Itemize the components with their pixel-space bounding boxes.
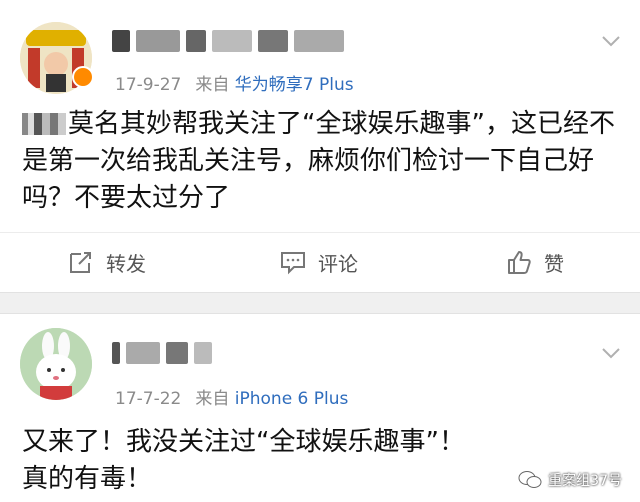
action-bar: 转发 评论 赞: [0, 232, 640, 292]
rabbit-avatar-image: [20, 328, 92, 400]
user-avatar[interactable]: [20, 328, 92, 400]
post-source-link[interactable]: iPhone 6 Plus: [235, 389, 349, 409]
post-source-link[interactable]: 华为畅享7 Plus: [235, 75, 354, 95]
chevron-down-icon[interactable]: [600, 30, 622, 52]
chevron-down-icon[interactable]: [600, 342, 622, 364]
post-date: 17-7-22: [115, 389, 182, 409]
username-redacted[interactable]: [112, 342, 218, 372]
watermark-text: 重案组37号: [548, 473, 622, 489]
comment-icon: [281, 252, 305, 275]
post-text: 莫名其妙帮我关注了“全球娱乐趣事”，这已经不是第一次给我乱关注号，麻烦你们检讨一…: [22, 109, 615, 213]
weibo-post-1: 17-9-27 来自 华为畅享7 Plus 莫名其妙帮我关注了“全球娱乐趣事”，这…: [0, 0, 640, 292]
thumbs-up-icon: [508, 251, 531, 274]
redacted-mention: [22, 113, 66, 135]
post-content: 莫名其妙帮我关注了“全球娱乐趣事”，这已经不是第一次给我乱关注号，麻烦你们检讨一…: [22, 106, 620, 217]
comment-label: 评论: [318, 251, 358, 276]
post-meta: 17-9-27 来自 华为畅享7 Plus: [115, 70, 354, 95]
post-meta: 17-7-22 来自 iPhone 6 Plus: [115, 384, 348, 409]
source-prefix: 来自: [195, 75, 230, 95]
like-button[interactable]: 赞: [506, 247, 564, 277]
repost-icon: [70, 252, 91, 273]
comment-button[interactable]: 评论: [280, 247, 358, 277]
source-prefix: 来自: [195, 389, 230, 409]
weibo-post-2: 17-7-22 来自 iPhone 6 Plus 又来了！我没关注过“全球娱乐趣事…: [0, 314, 640, 502]
like-label: 赞: [544, 251, 564, 276]
verified-badge-icon: [72, 66, 94, 88]
wechat-watermark: 重案组37号: [518, 470, 622, 490]
wechat-icon: [518, 471, 542, 488]
repost-label: 转发: [106, 251, 146, 276]
post-text-line-1: 又来了！我没关注过“全球娱乐趣事”！: [22, 427, 465, 457]
post-divider: [0, 292, 640, 314]
repost-button[interactable]: 转发: [68, 247, 146, 277]
username-redacted[interactable]: [112, 30, 350, 60]
post-date: 17-9-27: [115, 75, 182, 95]
